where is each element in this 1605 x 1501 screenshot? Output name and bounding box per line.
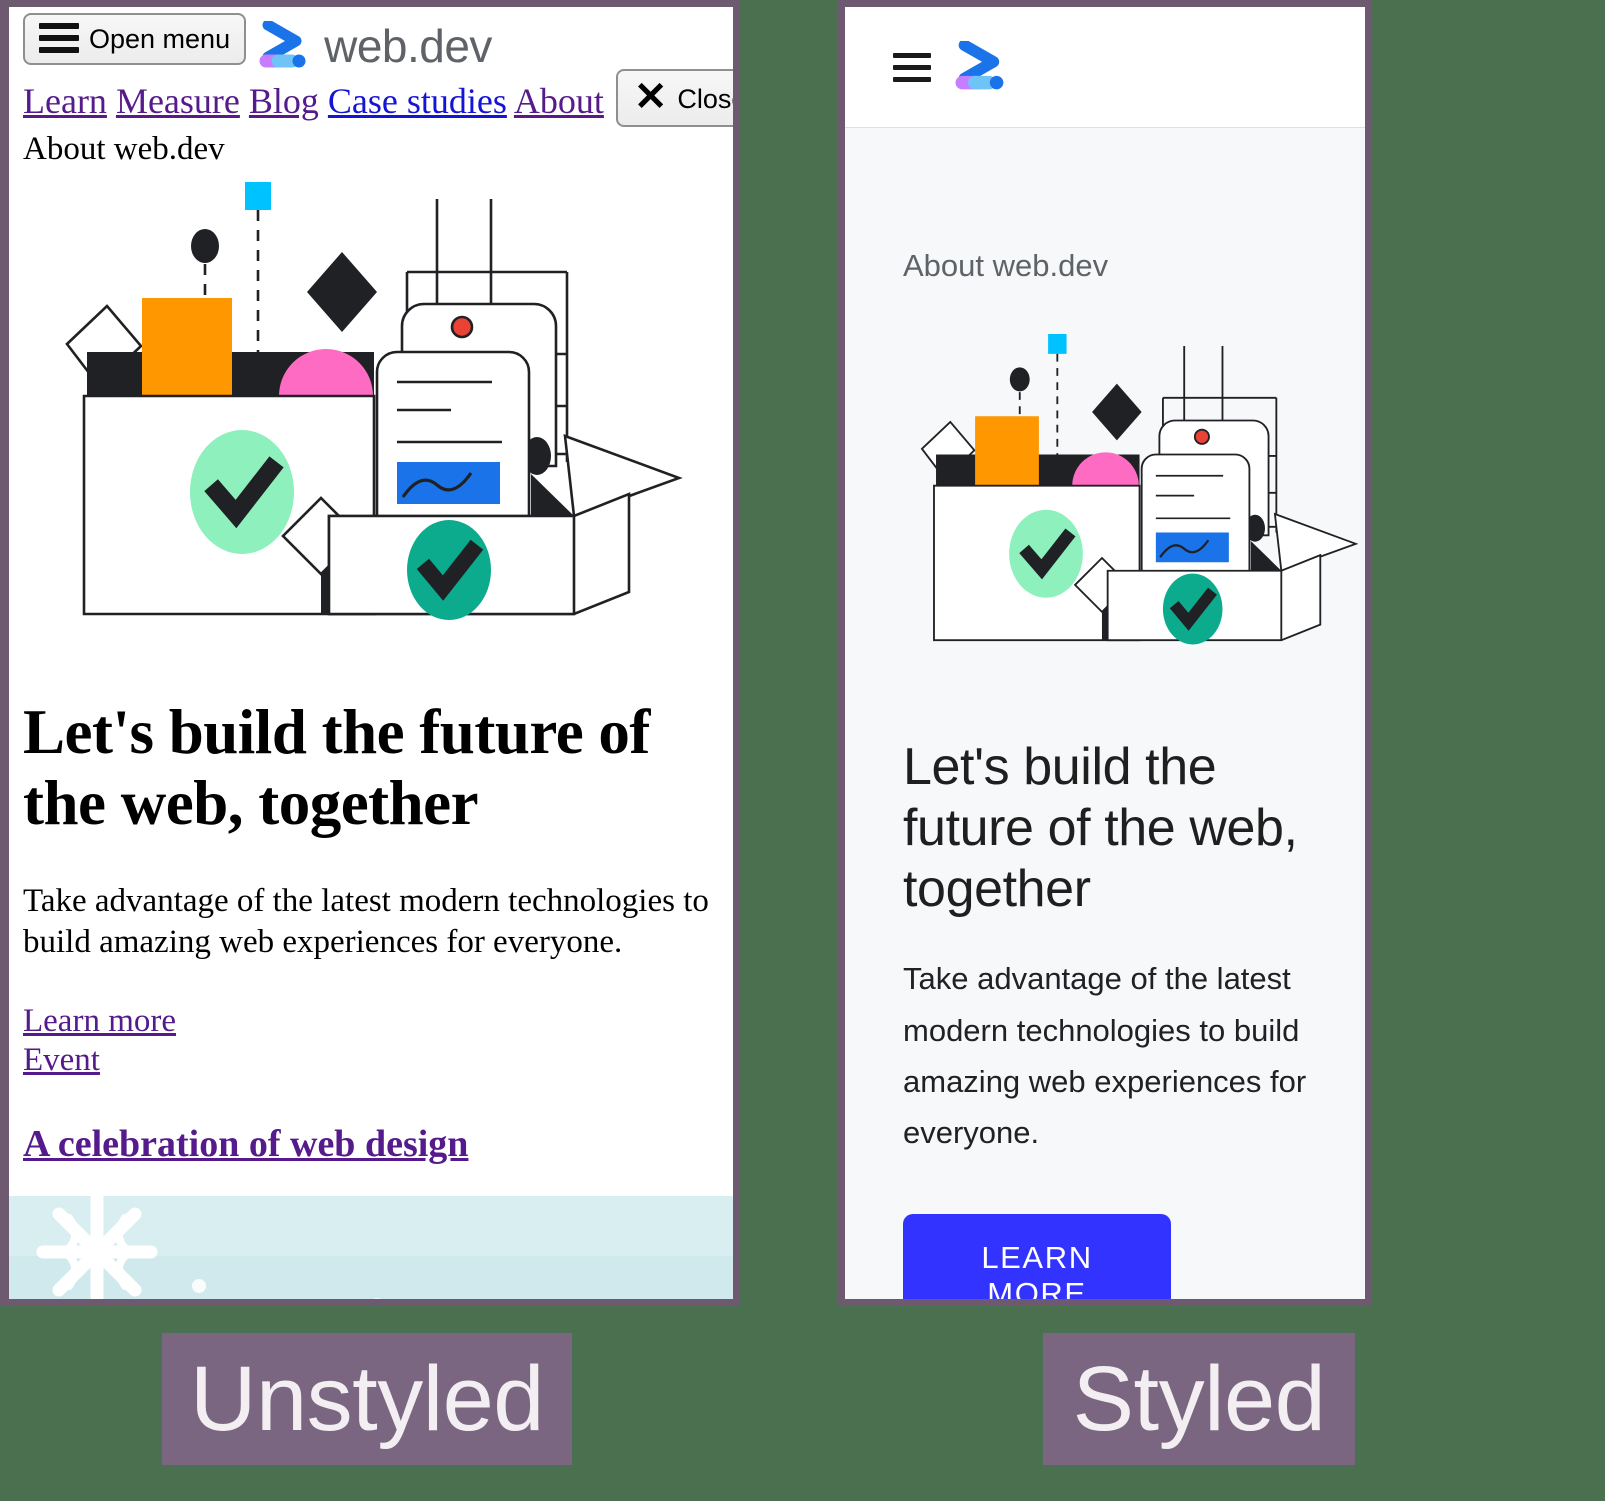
close-button[interactable]: ✕ Close	[615, 69, 740, 127]
open-menu-button-label: Open menu	[89, 24, 231, 54]
nav-link-measure[interactable]: Measure	[116, 81, 240, 121]
unstyled-browser-panel: Open menu web.dev Learn Measure Blog Cas…	[0, 0, 740, 1306]
event-link[interactable]: Event	[23, 1041, 719, 1080]
styled-browser-panel: About web.dev Let's build the future of …	[838, 0, 1372, 1306]
styled-page: About web.dev Let's build the future of …	[845, 7, 1365, 1299]
hero-illustration	[65, 182, 683, 620]
nav-link-blog[interactable]: Blog	[249, 81, 319, 121]
learn-more-link[interactable]: Learn more	[23, 1002, 719, 1041]
close-button-label: Close	[677, 84, 740, 114]
nav-link-learn[interactable]: Learn	[23, 81, 107, 121]
caption-unstyled: Unstyled	[162, 1333, 572, 1465]
nav-link-case-studies[interactable]: Case studies	[328, 81, 507, 121]
breadcrumb: About web.dev	[23, 131, 225, 167]
hamburger-icon	[39, 23, 79, 53]
nav-link-about[interactable]: About	[514, 81, 604, 121]
unstyled-topbar: Open menu web.dev	[23, 7, 719, 73]
card-title-link[interactable]: A celebration of web design	[23, 1123, 468, 1165]
logo-wordmark: web.dev	[324, 20, 492, 72]
unstyled-nav: Learn Measure Blog Case studies About	[23, 81, 604, 121]
unstyled-page: Open menu web.dev Learn Measure Blog Cas…	[9, 7, 733, 1299]
close-icon: ✕	[633, 75, 668, 119]
hamburger-icon[interactable]	[893, 52, 931, 82]
webdev-logo-icon	[259, 21, 306, 68]
open-menu-button[interactable]: Open menu	[23, 13, 247, 65]
caption-styled: Styled	[1043, 1333, 1355, 1465]
page-title: Let's build the future of the web, toget…	[903, 738, 1298, 918]
page-paragraph: Take advantage of the latest modern tech…	[903, 961, 1307, 1150]
styled-body: About web.dev Let's build the future of …	[845, 248, 1365, 1299]
card-image-winter-banner	[9, 1191, 733, 1299]
unstyled-nav-row: Learn Measure Blog Case studies About ✕ …	[23, 69, 733, 127]
breadcrumb: About web.dev	[903, 248, 1109, 283]
comparison-stage: Open menu web.dev Learn Measure Blog Cas…	[0, 0, 1605, 1501]
hero-illustration	[920, 334, 1359, 645]
link-list: Learn more Event	[23, 1002, 719, 1080]
styled-header	[845, 7, 1365, 128]
webdev-logo-icon[interactable]	[953, 41, 1009, 93]
card-title: A celebration of web design	[23, 1122, 719, 1166]
learn-more-button[interactable]: LEARN MORE	[903, 1214, 1171, 1299]
page-title: Let's build the future of the web, toget…	[23, 697, 650, 839]
site-logo[interactable]: web.dev	[258, 19, 492, 73]
page-paragraph: Take advantage of the latest modern tech…	[23, 883, 709, 960]
